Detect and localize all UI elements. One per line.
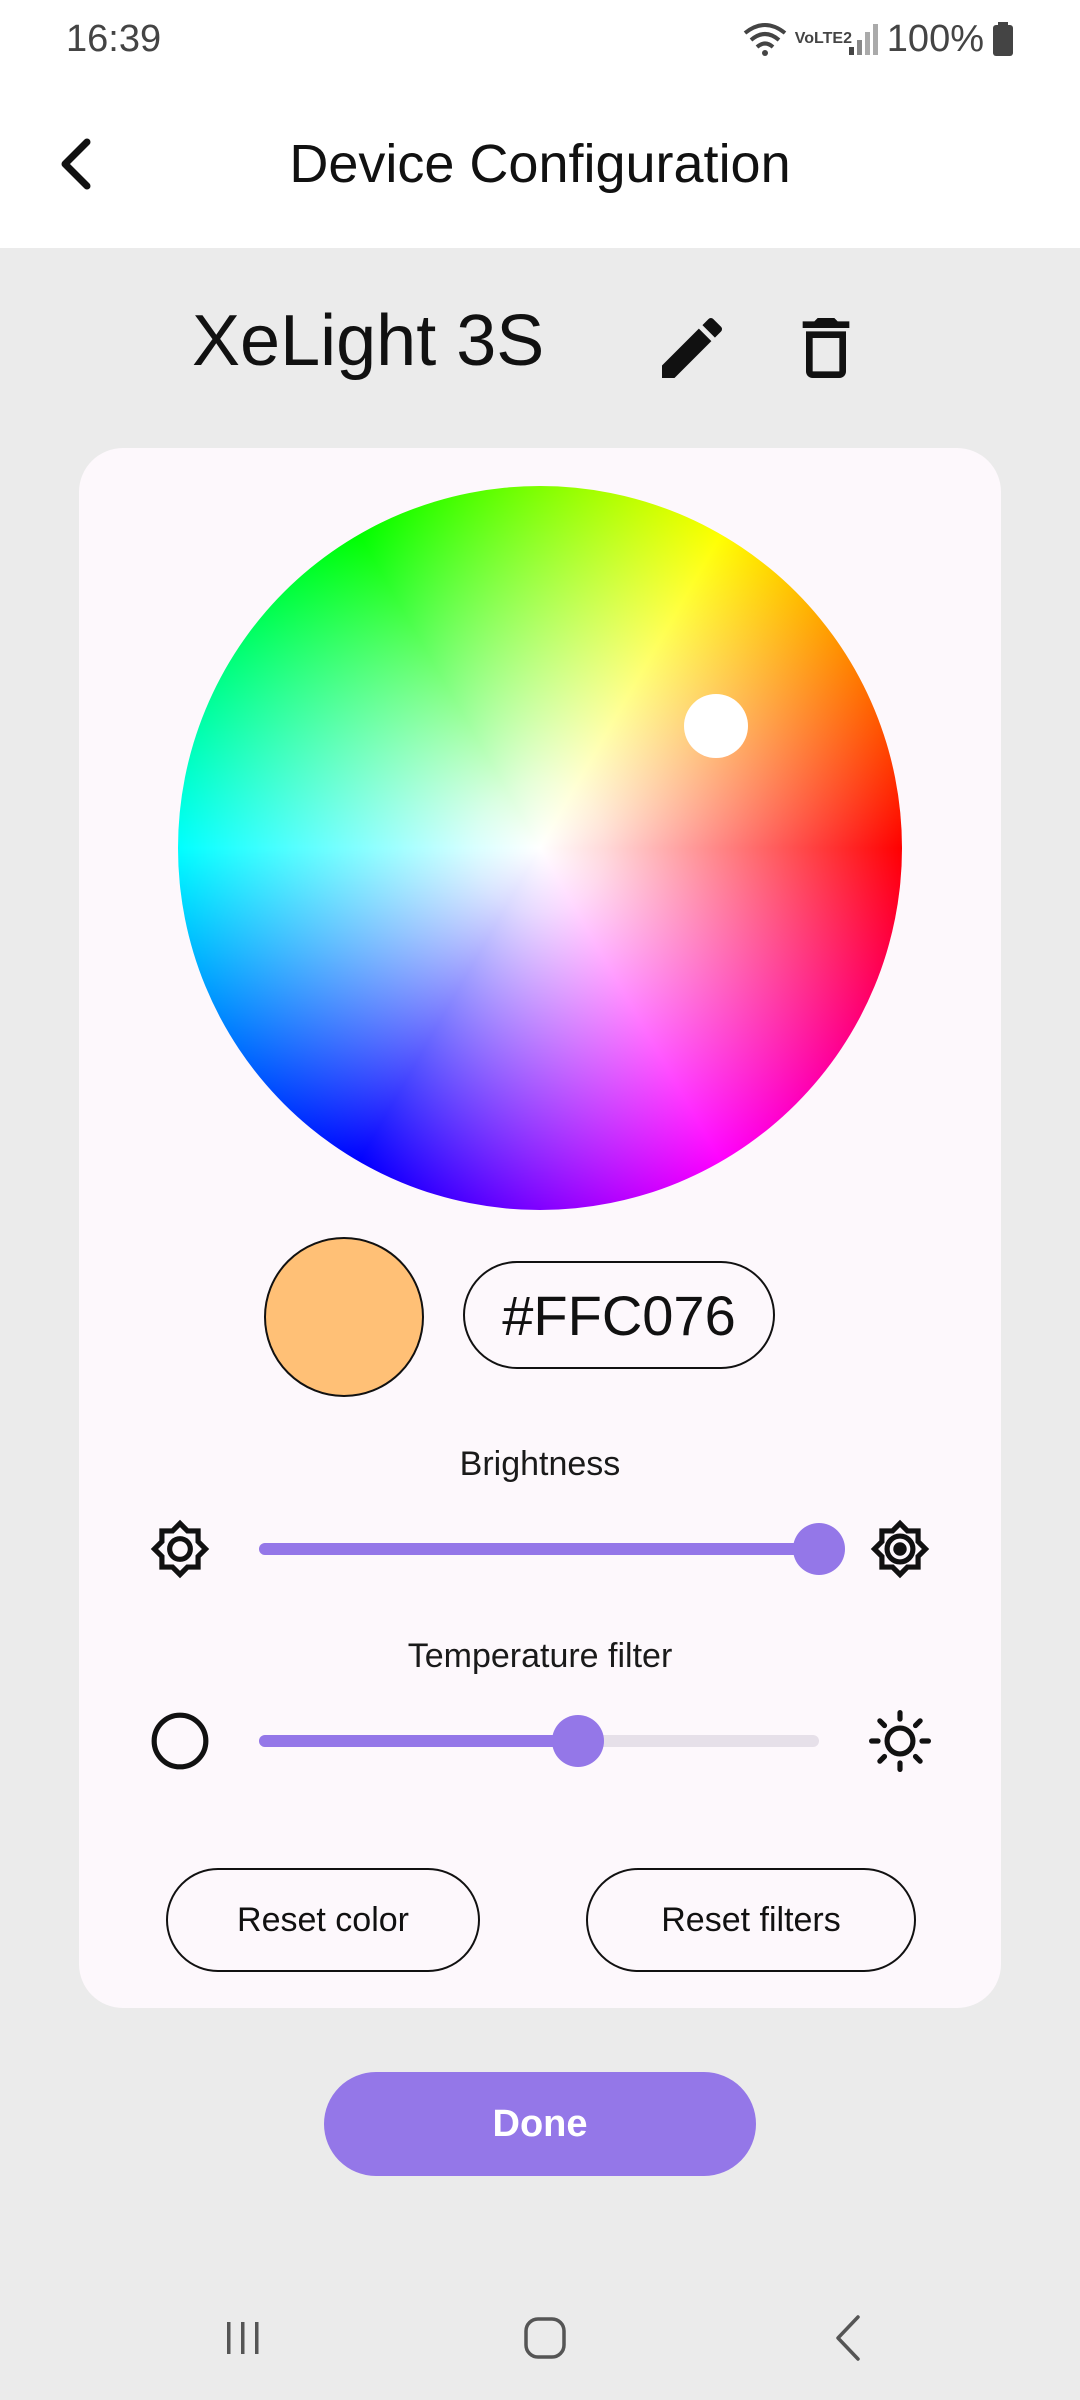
back-button[interactable] bbox=[40, 122, 110, 206]
battery-icon bbox=[993, 22, 1013, 56]
home-icon bbox=[524, 2317, 566, 2359]
device-name: XeLight 3S bbox=[192, 301, 545, 381]
brightness-label: Brightness bbox=[459, 1445, 621, 1483]
chevron-left-icon bbox=[836, 2315, 860, 2361]
brightness-slider[interactable] bbox=[259, 1523, 845, 1575]
color-card: #FFC076 Brightness Temperature filter Re… bbox=[79, 448, 1001, 2008]
network-type-icon: VoLTE2 bbox=[794, 30, 852, 47]
delete-device-button[interactable] bbox=[786, 308, 866, 388]
done-button[interactable]: Done bbox=[324, 2072, 756, 2176]
app-bar: Device Configuration bbox=[0, 80, 1080, 248]
device-header: XeLight 3S bbox=[0, 290, 1080, 400]
temperature-slider[interactable] bbox=[259, 1715, 819, 1767]
pencil-icon bbox=[662, 317, 723, 378]
recent-apps-button[interactable] bbox=[203, 2308, 283, 2368]
home-button[interactable] bbox=[505, 2308, 585, 2368]
edit-name-button[interactable] bbox=[652, 308, 732, 388]
chevron-left-icon bbox=[61, 138, 91, 190]
temperature-slider-thumb[interactable] bbox=[552, 1715, 604, 1767]
brightness-slider-fill bbox=[259, 1543, 819, 1555]
system-navigation-bar bbox=[0, 2270, 1080, 2400]
circle-icon bbox=[151, 1712, 209, 1770]
reset-filters-button[interactable]: Reset filters bbox=[586, 1868, 916, 1972]
trash-icon bbox=[802, 318, 850, 378]
status-bar: 16:39 VoLTE2 100% bbox=[0, 0, 1080, 80]
sun-icon bbox=[869, 1710, 931, 1772]
color-wheel-handle[interactable] bbox=[684, 694, 748, 758]
status-time: 16:39 bbox=[66, 18, 162, 60]
hex-input[interactable]: #FFC076 bbox=[463, 1261, 775, 1369]
status-indicators: VoLTE2 100% bbox=[743, 14, 1014, 64]
reset-color-button[interactable]: Reset color bbox=[166, 1868, 480, 1972]
temperature-slider-fill bbox=[259, 1735, 578, 1747]
color-wheel[interactable] bbox=[178, 486, 902, 1210]
wifi-icon bbox=[743, 23, 787, 56]
temperature-label: Temperature filter bbox=[407, 1637, 673, 1675]
brightness-low-icon bbox=[150, 1519, 210, 1579]
color-swatch bbox=[264, 1237, 424, 1397]
battery-percentage: 100% bbox=[886, 17, 984, 60]
brightness-slider-thumb[interactable] bbox=[793, 1523, 845, 1575]
brightness-high-icon bbox=[870, 1519, 930, 1579]
recent-apps-icon bbox=[227, 2322, 259, 2354]
system-back-button[interactable] bbox=[808, 2308, 888, 2368]
signal-icon bbox=[848, 24, 878, 55]
page-title: Device Configuration bbox=[289, 134, 791, 194]
